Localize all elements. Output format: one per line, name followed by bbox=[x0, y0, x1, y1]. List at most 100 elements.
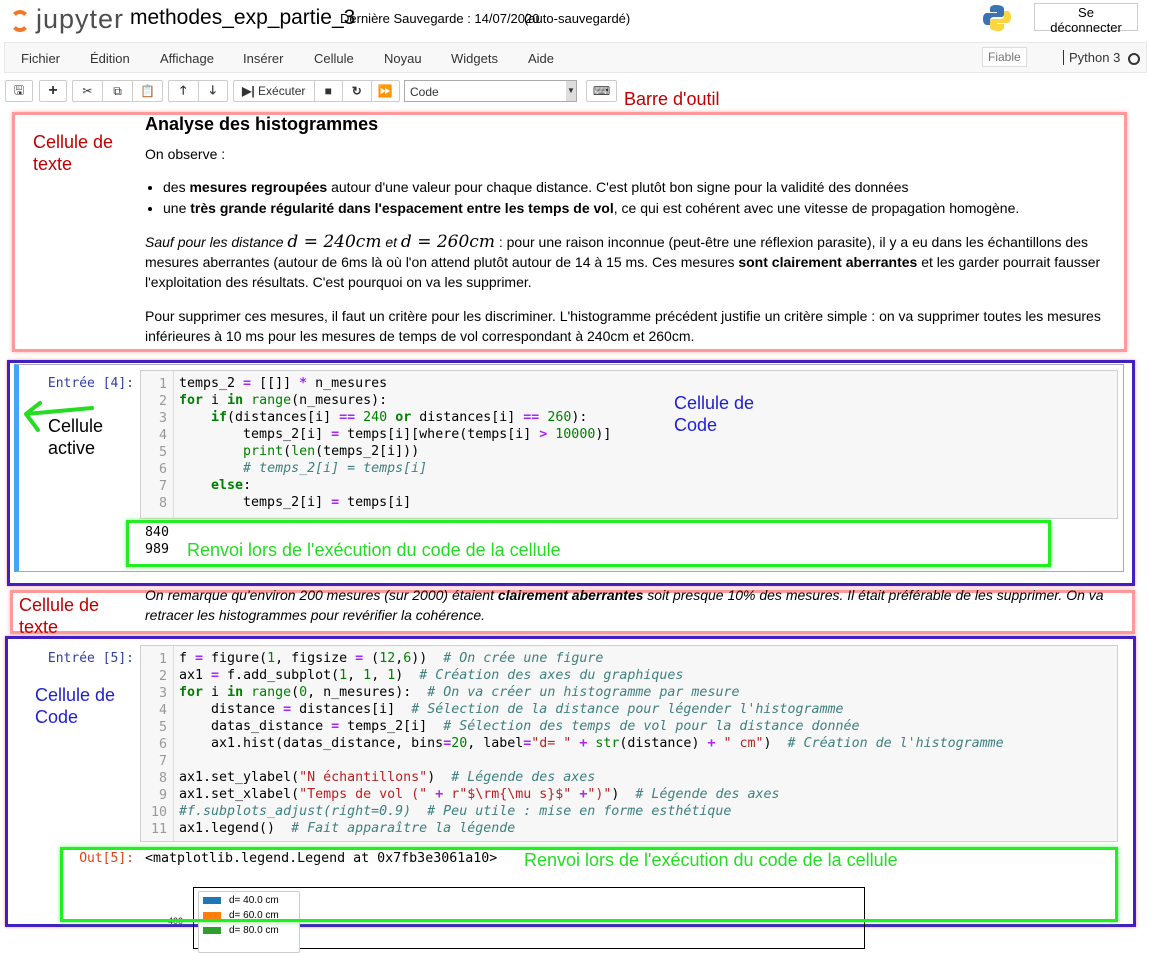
python-logo-icon bbox=[983, 5, 1011, 31]
code-token: str bbox=[595, 736, 620, 751]
code-token: distance bbox=[179, 702, 284, 717]
menu-cellule[interactable]: Cellule bbox=[314, 51, 354, 66]
menu-fichier[interactable]: Fichier bbox=[21, 51, 60, 66]
code-token: ax1 bbox=[179, 668, 212, 683]
save-icon[interactable]: 🖫 bbox=[6, 81, 32, 101]
code-line: for i in range(n_mesures): bbox=[179, 392, 611, 409]
kernel-idle-icon bbox=[1128, 53, 1140, 65]
arrow-down-icon[interactable]: 🡓 bbox=[199, 81, 228, 101]
code-token: = bbox=[331, 719, 340, 734]
code-token: r"$\rm{\mu s}$" bbox=[451, 787, 572, 802]
code-token: ( bbox=[283, 444, 292, 459]
markdown-cell-2[interactable]: On remarque qu'environ 200 mesures (sur … bbox=[145, 585, 1115, 625]
menu-aide[interactable]: Aide bbox=[528, 51, 554, 66]
line-number: 8 bbox=[158, 496, 167, 511]
code-editor[interactable]: 1 2 3 4 5 6 7 8 9 10 11 f = figure(1, figsize = (1… bbox=[140, 645, 1118, 842]
code-line: #f.subplots_adjust(right=0.9) # Peu util… bbox=[179, 803, 1004, 820]
line-numbers: 1 2 3 4 5 6 7 8 bbox=[141, 371, 174, 518]
code-token: # Sélection de la distance pour légender… bbox=[411, 702, 844, 717]
code-token: = bbox=[195, 651, 204, 666]
logout-button[interactable]: Se déconnecter bbox=[1034, 3, 1138, 35]
code-token: (distances[i] bbox=[227, 410, 340, 425]
code-token: else bbox=[211, 478, 244, 493]
annotation-code-cell-1: Cellule de Code bbox=[674, 393, 755, 435]
code-token: = bbox=[331, 427, 340, 442]
plus-icon[interactable]: + bbox=[40, 81, 66, 101]
code-token: ( bbox=[291, 685, 300, 700]
toolbar-group-move: 🡑 🡓 bbox=[168, 80, 228, 102]
notebook-name[interactable]: methodes_exp_partie_3 bbox=[130, 6, 355, 30]
code-token: * bbox=[299, 376, 308, 391]
code-token: )) bbox=[411, 651, 444, 666]
paste-icon[interactable]: 📋 bbox=[133, 81, 162, 101]
line-numbers: 1 2 3 4 5 6 7 8 9 10 11 bbox=[141, 646, 174, 841]
code-token: , figsize bbox=[275, 651, 356, 666]
code-token: n_mesures bbox=[307, 376, 388, 391]
line-number: 2 bbox=[158, 669, 167, 684]
code-token: in bbox=[227, 685, 244, 700]
code-token: 10000 bbox=[555, 427, 596, 442]
cell-type-select[interactable]: Code ▼ bbox=[404, 80, 577, 102]
autosave-status: (auto-sauvegardé) bbox=[524, 11, 631, 26]
jupyter-logo-icon bbox=[10, 10, 30, 32]
menu-noyau[interactable]: Noyau bbox=[384, 51, 422, 66]
annotation-text-cell-1: Cellule de texte bbox=[33, 132, 114, 174]
menu-inserer[interactable]: Insérer bbox=[243, 51, 283, 66]
code-editor[interactable]: 1 2 3 4 5 6 7 8 temps_2 = [[]] * n_mesures for i… bbox=[140, 370, 1118, 519]
chevron-down-icon: ▼ bbox=[566, 81, 576, 101]
code-token: ax1.set_ylabel( bbox=[179, 770, 300, 785]
run-button[interactable]: ▶| Exécuter bbox=[234, 81, 315, 101]
code-line: temps_2[i] = temps[i] bbox=[179, 494, 611, 511]
arrow-up-icon[interactable]: 🡑 bbox=[169, 81, 199, 101]
line-number: 3 bbox=[158, 686, 167, 701]
code-token: ( bbox=[363, 651, 380, 666]
toolbar-group-insert: + bbox=[39, 80, 67, 102]
code-token: len bbox=[291, 444, 316, 459]
kernel-name: Python 3 bbox=[1063, 50, 1120, 65]
code-line: ax1 = f.add_subplot(1, 1, 1) # Création … bbox=[179, 667, 1004, 684]
keyboard-icon[interactable]: ⌨ bbox=[587, 81, 616, 101]
line-number: 6 bbox=[158, 737, 167, 752]
menu-bar: Fichier Édition Affichage Insérer Cellul… bbox=[4, 42, 1147, 73]
logo-text: jupyter bbox=[36, 4, 125, 34]
code-token: , label bbox=[467, 736, 524, 751]
code-token: in bbox=[227, 393, 244, 408]
cut-icon[interactable]: ✂ bbox=[73, 81, 103, 101]
code-token: figure( bbox=[203, 651, 268, 666]
menu-affichage[interactable]: Affichage bbox=[160, 51, 214, 66]
code-token: [[]] bbox=[251, 376, 300, 391]
trusted-indicator[interactable]: Fiable bbox=[982, 47, 1027, 67]
markdown-cell-1[interactable]: Analyse des histogrammes On observe : de… bbox=[145, 114, 1110, 346]
line-number: 9 bbox=[158, 788, 167, 803]
menu-widgets[interactable]: Widgets bbox=[451, 51, 498, 66]
code-token: 0 bbox=[299, 685, 308, 700]
cell-type-value: Code bbox=[410, 85, 439, 99]
code-token: = bbox=[283, 702, 292, 717]
code-line: ax1.set_xlabel("Temps de vol (" + r"$\rm… bbox=[179, 786, 1004, 803]
code-token: ) bbox=[427, 770, 452, 785]
restart-icon[interactable]: ↻ bbox=[343, 81, 372, 101]
code-token: ): bbox=[571, 410, 588, 425]
code-token: # On crée une figure bbox=[443, 651, 604, 666]
code-token: # Création de l'histogramme bbox=[787, 736, 1004, 751]
code-token: = bbox=[331, 495, 340, 510]
code-lines: f = figure(1, figsize = (12,6)) # On cré… bbox=[179, 650, 1004, 837]
toolbar-group-keyboard: ⌨ bbox=[586, 80, 617, 102]
annotation-toolbar: Barre d'outil bbox=[624, 89, 720, 109]
code-token: ) bbox=[611, 787, 636, 802]
menu-edition[interactable]: Édition bbox=[90, 51, 130, 66]
jupyter-logo[interactable]: jupyter bbox=[10, 4, 124, 35]
copy-icon[interactable]: ⧉ bbox=[103, 81, 133, 101]
code-token: 260 bbox=[547, 410, 572, 425]
code-token: # temps_2[i] = temps[i] bbox=[243, 461, 428, 476]
line-number: 1 bbox=[158, 377, 167, 392]
stop-icon[interactable]: ■ bbox=[315, 81, 344, 101]
fast-forward-icon[interactable]: ⏩ bbox=[372, 81, 399, 101]
code-token: , n_mesures): bbox=[307, 685, 428, 700]
run-icon: ▶| bbox=[242, 84, 255, 98]
code-token: "Temps de vol (" bbox=[299, 787, 428, 802]
code-line: f = figure(1, figsize = (12,6)) # On cré… bbox=[179, 650, 1004, 667]
code-line: # temps_2[i] = temps[i] bbox=[179, 460, 611, 477]
